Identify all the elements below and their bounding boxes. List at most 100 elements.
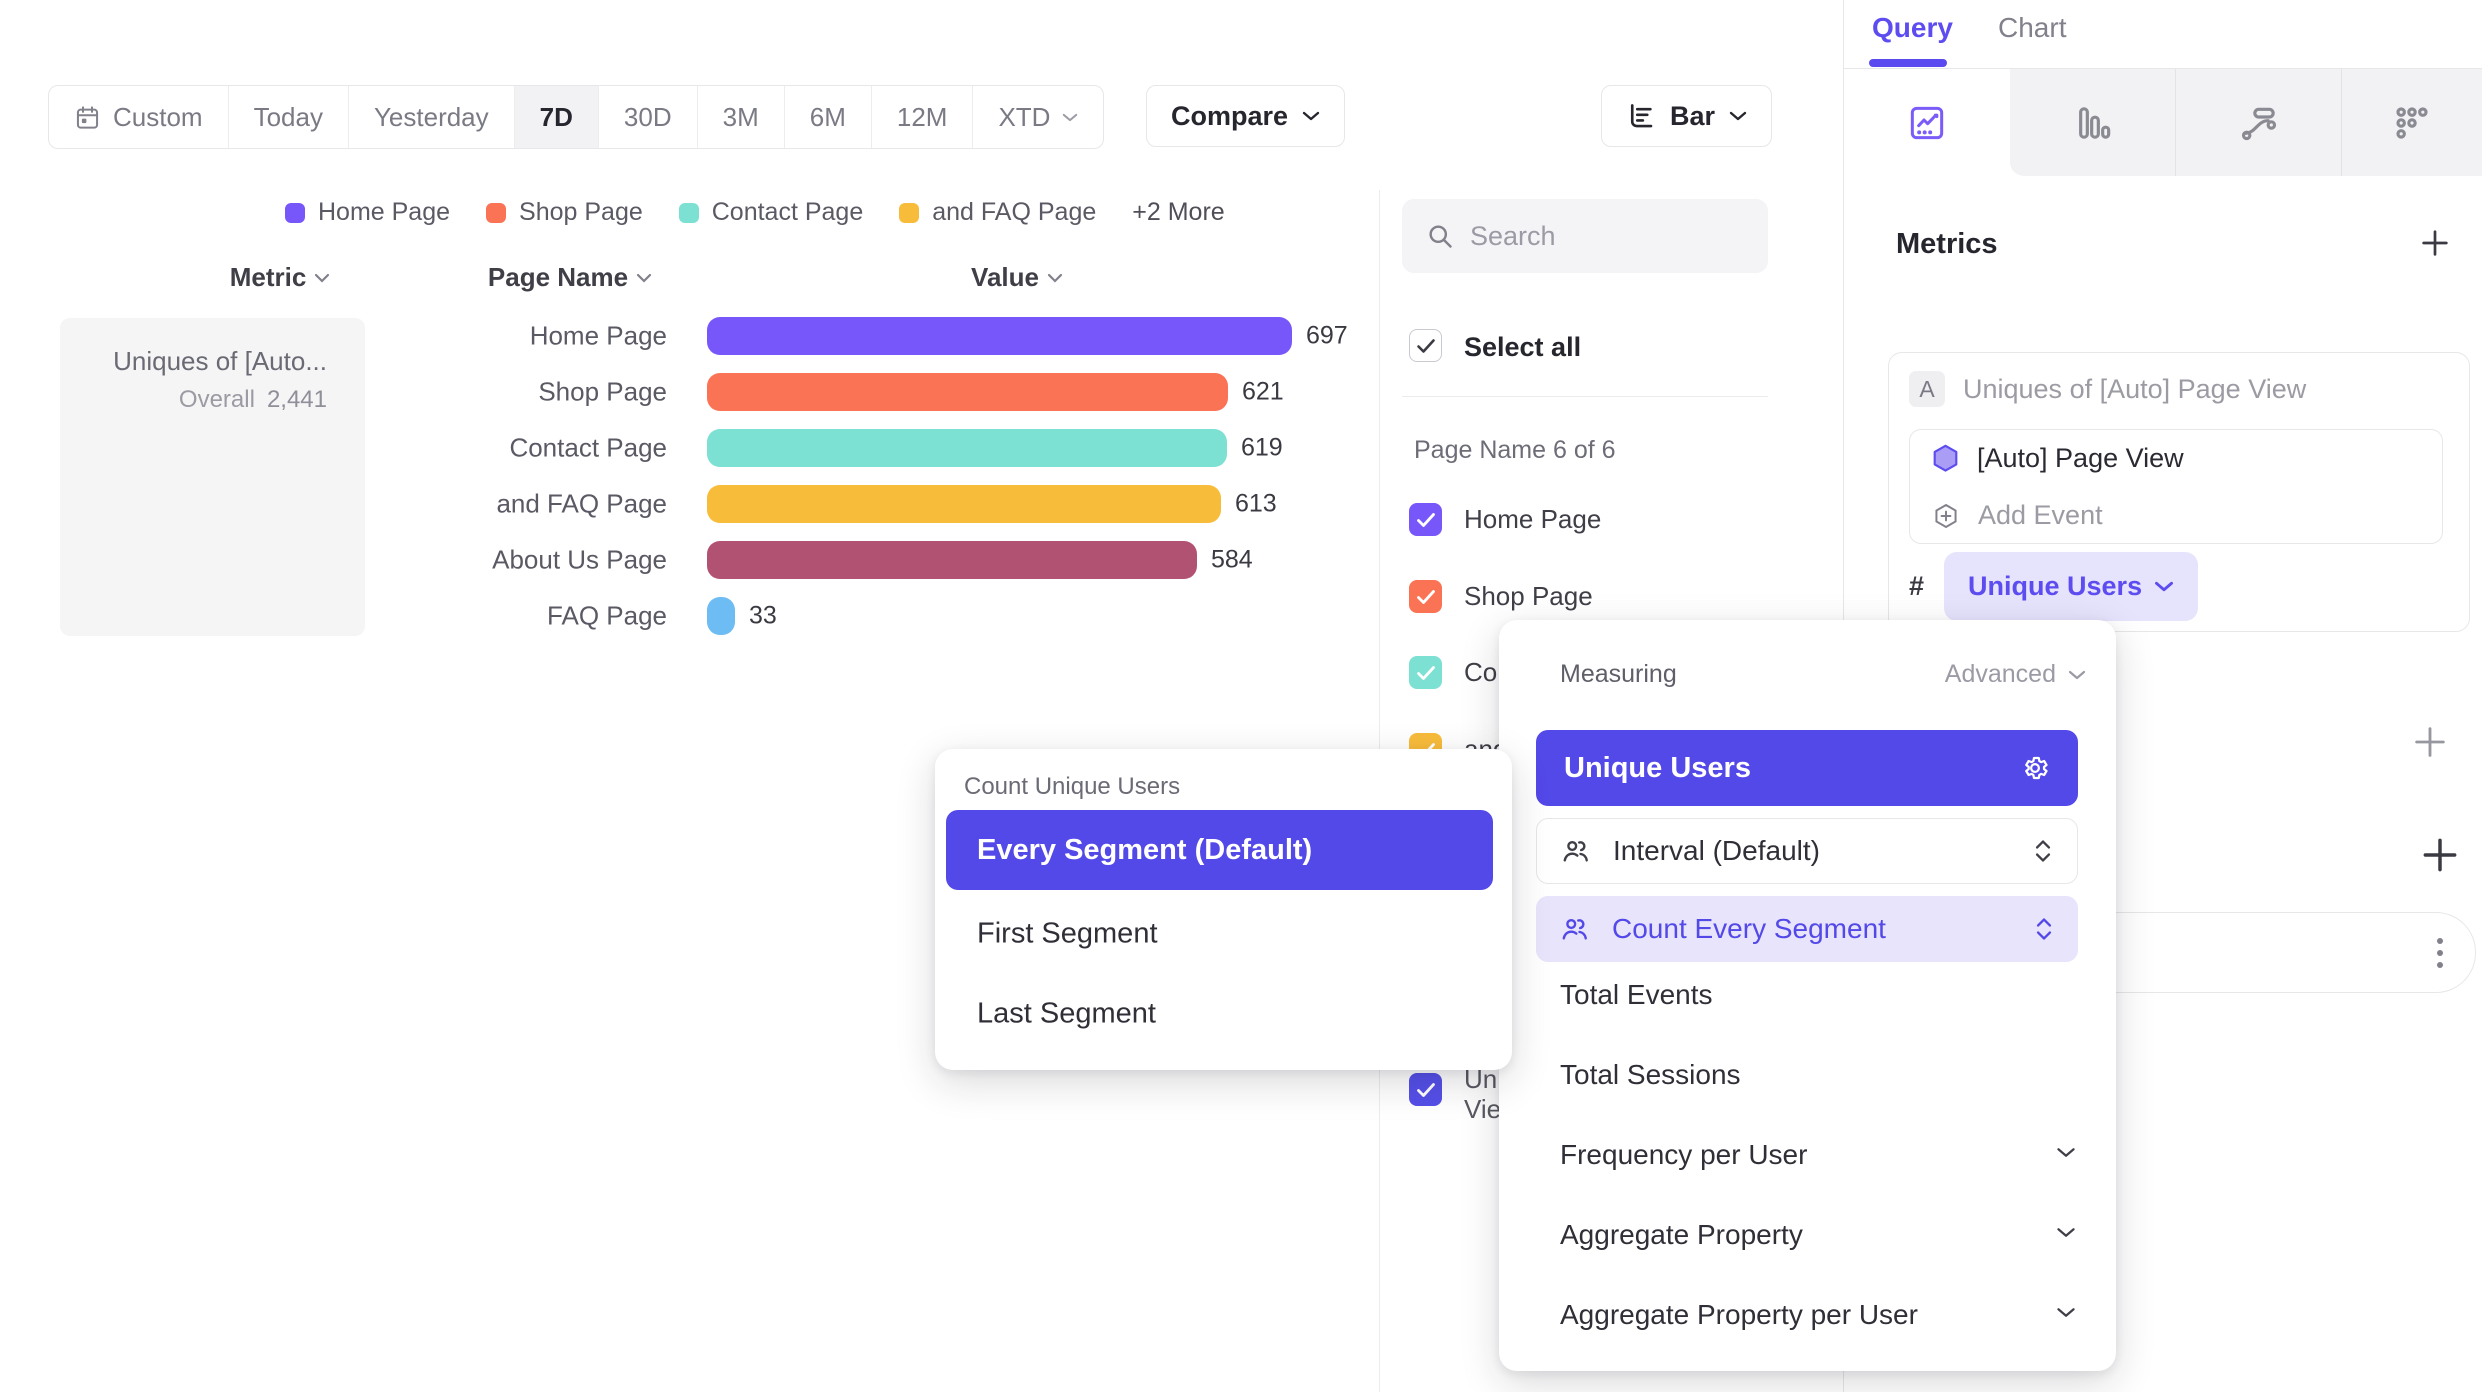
chevron-down-icon xyxy=(1302,110,1320,122)
measure-option-aggregate-property-per-user[interactable]: Aggregate Property per User xyxy=(1560,1299,1918,1331)
bar-value-label: 584 xyxy=(1211,546,1253,575)
more-options-icon[interactable] xyxy=(2437,938,2443,968)
chevron-down-icon xyxy=(2056,1146,2076,1164)
legend-item[interactable]: Home Page xyxy=(285,198,450,227)
compare-button[interactable]: Compare xyxy=(1146,85,1345,147)
segment-item-partial[interactable] xyxy=(1409,1073,1442,1106)
segment-item-home-page[interactable]: Home Page xyxy=(1409,503,1601,536)
bar[interactable] xyxy=(707,429,1227,467)
segment-search-input[interactable]: Search xyxy=(1402,199,1768,273)
date-range-3m[interactable]: 3M xyxy=(698,86,785,148)
charttab-retention[interactable] xyxy=(2342,69,2482,176)
bar-category-label: and FAQ Page xyxy=(360,489,667,520)
select-all-checkbox[interactable] xyxy=(1409,329,1442,362)
bar-row: Contact Page619 xyxy=(0,420,1370,476)
select-all-row[interactable] xyxy=(1409,329,1442,362)
check-icon xyxy=(1416,665,1436,681)
column-header-metric[interactable]: Metric xyxy=(180,262,380,293)
bar[interactable] xyxy=(707,597,735,635)
event-row[interactable]: [Auto] Page View xyxy=(1932,430,2426,487)
gear-icon[interactable] xyxy=(2020,753,2050,783)
chevron-down-icon xyxy=(2056,1306,2076,1324)
measure-type-prefix: # xyxy=(1909,571,1924,602)
tab-chart[interactable]: Chart xyxy=(1998,12,2066,44)
bar-value-label: 619 xyxy=(1241,434,1283,463)
add-metric-button[interactable] xyxy=(2418,226,2452,265)
chevron-down-icon xyxy=(314,273,330,283)
users-icon xyxy=(1561,836,1591,866)
legend-label: Shop Page xyxy=(519,198,643,227)
bar-category-label: About Us Page xyxy=(360,545,667,576)
legend-swatch xyxy=(899,203,919,223)
active-tab-underline xyxy=(1869,59,1947,67)
bar-row: About Us Page 584 xyxy=(0,532,1370,588)
bar[interactable] xyxy=(707,317,1292,355)
segment-checkbox[interactable] xyxy=(1409,1073,1442,1106)
column-header-page-name[interactable]: Page Name xyxy=(450,262,690,293)
charttab-insights[interactable] xyxy=(1844,69,2010,176)
legend-item[interactable]: Contact Page xyxy=(679,198,864,227)
select-all-label: Select all xyxy=(1464,332,1581,363)
measure-dropdown[interactable]: Unique Users xyxy=(1944,552,2198,621)
segment-checkbox[interactable] xyxy=(1409,656,1442,689)
bar[interactable] xyxy=(707,541,1197,579)
bar[interactable] xyxy=(707,485,1221,523)
legend-label: Home Page xyxy=(318,198,450,227)
check-icon xyxy=(1416,512,1436,528)
measure-option-total-events[interactable]: Total Events xyxy=(1560,979,1713,1011)
date-range-xtd[interactable]: XTD xyxy=(973,86,1103,148)
add-event-label: Add Event xyxy=(1978,500,2103,531)
add-filter-button[interactable] xyxy=(2410,722,2450,767)
charttab-bar[interactable] xyxy=(2010,69,2175,176)
bar-value-label: 697 xyxy=(1306,322,1348,351)
option-last-segment[interactable]: Last Segment xyxy=(977,998,1156,1031)
legend-more[interactable]: +2 More xyxy=(1132,198,1224,227)
column-header-value[interactable]: Value xyxy=(917,262,1117,293)
advanced-dropdown[interactable]: Advanced xyxy=(1945,660,2086,689)
search-placeholder: Search xyxy=(1470,221,1556,252)
legend-label: Contact Page xyxy=(712,198,864,227)
add-breakdown-button[interactable] xyxy=(2418,833,2462,882)
chart-type-label: Bar xyxy=(1670,101,1715,132)
segment-checkbox[interactable] xyxy=(1409,503,1442,536)
legend-item[interactable]: Shop Page xyxy=(486,198,643,227)
bar-category-label: Home Page xyxy=(360,321,667,352)
bar[interactable] xyxy=(707,373,1228,411)
measure-option-total-sessions[interactable]: Total Sessions xyxy=(1560,1059,1741,1091)
date-range-today[interactable]: Today xyxy=(229,86,349,148)
count-every-segment-row[interactable]: Count Every Segment xyxy=(1536,896,2078,962)
date-range-6m[interactable]: 6M xyxy=(785,86,872,148)
chevron-down-icon xyxy=(1047,273,1063,283)
option-every-segment[interactable]: Every Segment (Default) xyxy=(946,810,1493,890)
date-range-custom[interactable]: Custom xyxy=(49,86,229,148)
flows-icon xyxy=(2239,103,2279,143)
option-first-segment[interactable]: First Segment xyxy=(977,918,1158,951)
segment-item-label: Uni Vie xyxy=(1464,1064,1503,1124)
measure-option-unique-users[interactable]: Unique Users xyxy=(1536,730,2078,806)
tab-query[interactable]: Query xyxy=(1872,12,1953,44)
legend-swatch xyxy=(486,203,506,223)
chart-type-button[interactable]: Bar xyxy=(1601,85,1772,147)
segment-item-shop-page[interactable]: Shop Page xyxy=(1409,580,1593,613)
interval-dropdown-row[interactable]: Interval (Default) xyxy=(1536,818,2078,884)
metric-card: A Uniques of [Auto] Page View [Auto] Pag… xyxy=(1888,352,2470,632)
bar-chart-icon xyxy=(2073,103,2113,143)
plus-icon xyxy=(2418,833,2462,877)
legend-item[interactable]: and FAQ Page xyxy=(899,198,1096,227)
bar-category-label: FAQ Page xyxy=(360,601,667,632)
users-icon xyxy=(1560,914,1590,944)
legend-swatch xyxy=(285,203,305,223)
stepper-icon xyxy=(2033,838,2053,864)
count-unique-users-popup: Count Unique Users Every Segment (Defaul… xyxy=(935,749,1512,1070)
segment-item-label: Shop Page xyxy=(1464,581,1593,612)
add-event-row[interactable]: Add Event xyxy=(1932,487,2426,544)
date-range-yesterday[interactable]: Yesterday xyxy=(349,86,515,148)
segment-checkbox[interactable] xyxy=(1409,580,1442,613)
date-range-7d[interactable]: 7D xyxy=(515,86,599,148)
date-range-12m[interactable]: 12M xyxy=(872,86,974,148)
measure-option-aggregate-property[interactable]: Aggregate Property xyxy=(1560,1219,1803,1251)
measure-option-frequency-per-user[interactable]: Frequency per User xyxy=(1560,1139,1807,1171)
date-range-30d[interactable]: 30D xyxy=(599,86,698,148)
charttab-flows[interactable] xyxy=(2176,69,2341,176)
chevron-down-icon xyxy=(2068,669,2086,681)
